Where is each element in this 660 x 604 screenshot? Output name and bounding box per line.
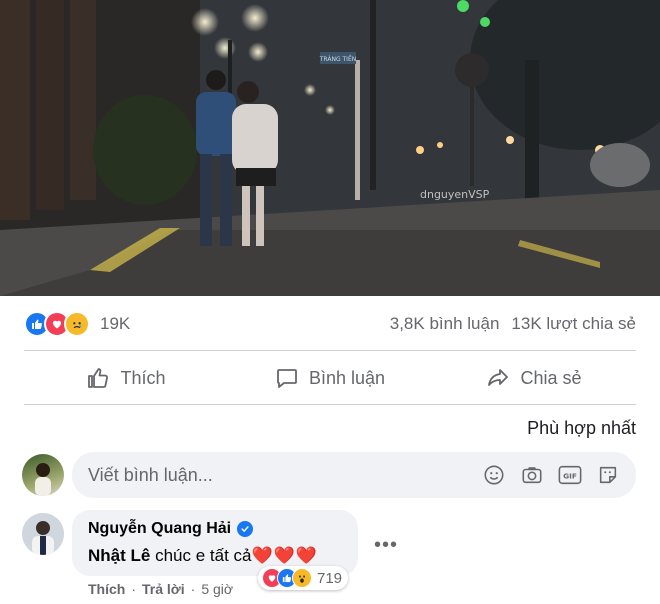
current-user-avatar[interactable] bbox=[22, 454, 64, 496]
share-count-link[interactable]: 13K lượt chia sẻ bbox=[511, 314, 636, 334]
person-icon bbox=[22, 513, 64, 555]
comment-reaction-summary[interactable]: 719 bbox=[258, 566, 349, 590]
person-icon bbox=[35, 463, 51, 496]
comment-author[interactable]: Nguyễn Quang Hải bbox=[88, 520, 254, 538]
comment-button-label: Bình luận bbox=[308, 367, 386, 388]
heart-emoji-icon: ❤️❤️❤️ bbox=[251, 546, 318, 565]
post-actions: Thích Bình luận Chia sẻ bbox=[24, 356, 636, 400]
comment-body: chúc e tất cả bbox=[155, 546, 252, 565]
post-stats: 19K 3,8K bình luận 13K lượt chia sẻ bbox=[24, 306, 636, 342]
sad-icon bbox=[64, 311, 90, 337]
comment-reply-link[interactable]: Trả lời bbox=[142, 581, 185, 597]
sticker-icon[interactable] bbox=[596, 463, 620, 487]
comment-mention[interactable]: Nhật Lê bbox=[88, 546, 150, 565]
divider bbox=[24, 404, 636, 405]
couple-walking-night-street-icon: TRÀNG TIỀN dnguyenVSP bbox=[0, 0, 660, 296]
comment-timestamp[interactable]: 5 giờ bbox=[201, 581, 233, 597]
comment-meta: Thích · Trả lời · 5 giờ bbox=[88, 581, 234, 597]
thumbs-up-icon bbox=[88, 368, 109, 388]
like-button[interactable]: Thích bbox=[24, 356, 228, 400]
emoji-icon[interactable] bbox=[482, 463, 506, 487]
comment-button[interactable]: Bình luận bbox=[228, 356, 432, 400]
post-photo[interactable]: TRÀNG TIỀN dnguyenVSP bbox=[0, 0, 660, 296]
comment-reaction-count: 719 bbox=[317, 569, 343, 587]
svg-text:GIF: GIF bbox=[563, 472, 577, 481]
reaction-count[interactable]: 19K bbox=[100, 314, 130, 334]
comment-author-name: Nguyễn Quang Hải bbox=[88, 520, 232, 537]
camera-icon[interactable] bbox=[520, 463, 544, 487]
comment-count-link[interactable]: 3,8K bình luận bbox=[390, 314, 500, 334]
comment-text: Nhật Lê chúc e tất cả❤️❤️❤️ bbox=[88, 546, 318, 566]
comment-like-link[interactable]: Thích bbox=[88, 581, 125, 597]
reaction-summary[interactable]: 19K bbox=[24, 311, 130, 337]
verified-badge-icon bbox=[237, 521, 254, 537]
comment-input[interactable] bbox=[72, 463, 482, 487]
share-button[interactable]: Chia sẻ bbox=[432, 356, 636, 400]
svg-text:TRÀNG TIỀN: TRÀNG TIỀN bbox=[319, 55, 356, 63]
share-button-label: Chia sẻ bbox=[520, 367, 582, 388]
like-button-label: Thích bbox=[120, 367, 166, 388]
share-icon bbox=[488, 369, 509, 386]
comment-more-options-icon[interactable]: ••• bbox=[374, 534, 398, 557]
comment-sort-dropdown[interactable]: Phù hợp nhất bbox=[527, 418, 636, 439]
wow-icon bbox=[292, 568, 312, 588]
svg-text:dnguyenVSP: dnguyenVSP bbox=[420, 188, 490, 201]
commenter-avatar[interactable] bbox=[22, 513, 64, 555]
comment-composer: GIF bbox=[72, 452, 636, 498]
divider bbox=[24, 350, 636, 351]
gif-icon[interactable]: GIF bbox=[558, 463, 582, 487]
comment-icon bbox=[277, 369, 297, 388]
